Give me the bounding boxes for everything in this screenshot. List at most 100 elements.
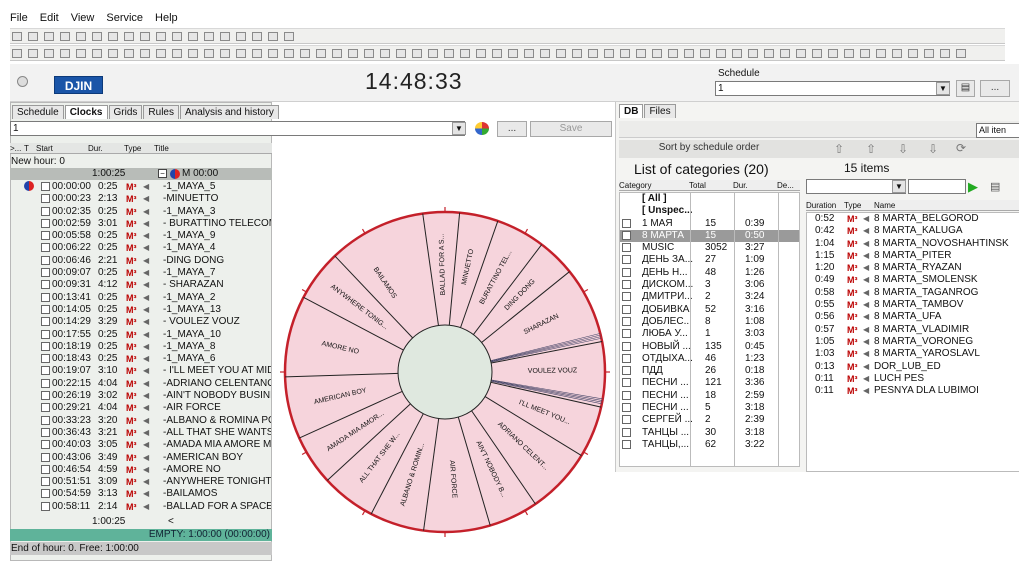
item-row[interactable]: 1:05 M³ ◀ 8 MARTA_VORONEG [807, 336, 1019, 348]
item-row[interactable]: 1:03 M³ ◀ 8 MARTA_YAROSLAVL [807, 348, 1019, 360]
group-row[interactable]: 1:00:25 − M 00:00 [10, 168, 272, 180]
toolbar-button-icon[interactable] [460, 49, 470, 58]
category-row[interactable]: ПЕСНИ ... 121 3:36 [620, 377, 799, 389]
toolbar-button-icon[interactable] [684, 49, 694, 58]
toolbar-button-icon[interactable] [444, 49, 454, 58]
schedule-select[interactable]: 1 [715, 81, 950, 96]
toolbar-button-icon[interactable] [300, 49, 310, 58]
toolbar-button-icon[interactable] [492, 49, 502, 58]
category-checkbox[interactable] [622, 329, 631, 339]
toolbar-button-icon[interactable] [668, 49, 678, 58]
tab-files[interactable]: Files [644, 104, 676, 118]
table-row[interactable]: 00:18:19 0:25 M³ ◀ -1_MAYA_8 [10, 341, 272, 353]
category-row[interactable]: ДЕНЬ Н... 48 1:26 [620, 267, 799, 279]
play-icon[interactable]: ▶ [968, 179, 978, 195]
toolbar-button-icon[interactable] [380, 49, 390, 58]
toolbar-button-icon[interactable] [812, 49, 822, 58]
table-row[interactable]: 00:00:23 2:13 M³ ◀ -MINUETTO [10, 193, 272, 205]
toolbar-button-icon[interactable] [236, 49, 246, 58]
category-checkbox[interactable] [622, 255, 631, 265]
item-row[interactable]: 0:11 M³ ◀ PESNYA DLA LUBIMOI [807, 385, 1019, 397]
table-row[interactable]: 00:33:23 3:20 M³ ◀ -ALBANO & ROMINA PO [10, 415, 272, 427]
table-row[interactable]: 00:54:59 3:13 M³ ◀ -BAILAMOS [10, 488, 272, 500]
toolbar-button-icon[interactable] [220, 49, 230, 58]
table-row[interactable]: 00:26:19 3:02 M³ ◀ -AIN'T NOBODY BUSINE [10, 390, 272, 402]
toolbar-button-icon[interactable] [76, 32, 86, 41]
toolbar-button-icon[interactable] [92, 32, 102, 41]
tab-clocks[interactable]: Clocks [64, 105, 108, 119]
toolbar-button-icon[interactable] [172, 49, 182, 58]
row-checkbox[interactable] [41, 477, 50, 487]
category-row[interactable]: ДОБИВКА 52 3:16 [620, 304, 799, 316]
toolbar-button-icon[interactable] [268, 32, 278, 41]
toolbar-button-icon[interactable] [940, 49, 950, 58]
table-row[interactable]: 00:22:15 4:04 M³ ◀ -ADRIANO CELENTANO [10, 378, 272, 390]
toolbar-button-icon[interactable] [508, 49, 518, 58]
item-row[interactable]: 1:20 M³ ◀ 8 MARTA_RYAZAN [807, 262, 1019, 274]
toolbar-button-icon[interactable] [28, 49, 38, 58]
toolbar-button-icon[interactable] [44, 32, 54, 41]
row-checkbox[interactable] [41, 391, 50, 401]
row-checkbox[interactable] [41, 440, 50, 450]
row-checkbox[interactable] [41, 206, 50, 216]
row-checkbox[interactable] [41, 243, 50, 253]
toolbar-button-icon[interactable] [140, 49, 150, 58]
row-checkbox[interactable] [41, 218, 50, 228]
category-row[interactable]: ПЕСНИ ... 5 3:18 [620, 402, 799, 414]
toolbar-button-icon[interactable] [428, 49, 438, 58]
refresh-icon[interactable]: ⟳ [956, 141, 966, 155]
menu-view[interactable]: View [71, 12, 95, 24]
list-icon[interactable]: ▤ [990, 180, 1000, 193]
category-row[interactable]: 8 МАРТА 15 0:50 [620, 229, 799, 243]
category-checkbox[interactable] [622, 390, 631, 400]
toolbar-button-icon[interactable] [316, 49, 326, 58]
toolbar-button-icon[interactable] [156, 49, 166, 58]
toolbar-button-icon[interactable] [108, 49, 118, 58]
toolbar-button-icon[interactable] [588, 49, 598, 58]
toolbar-button-icon[interactable] [252, 32, 262, 41]
toolbar-button-icon[interactable] [396, 49, 406, 58]
category-checkbox[interactable] [622, 218, 631, 228]
table-row[interactable]: 00:46:54 4:59 M³ ◀ -AMORE NO [10, 464, 272, 476]
toolbar-button-icon[interactable] [252, 49, 262, 58]
clock-dropdown-button[interactable]: ▼ [452, 122, 466, 135]
toolbar-button-icon[interactable] [60, 49, 70, 58]
item-row[interactable]: 1:15 M³ ◀ 8 MARTA_PITER [807, 250, 1019, 262]
toolbar-button-icon[interactable] [620, 49, 630, 58]
table-row[interactable]: 00:02:59 3:01 M³ ◀ - BURATTINO TELECOM [10, 218, 272, 230]
toolbar-button-icon[interactable] [556, 49, 566, 58]
category-checkbox[interactable] [622, 292, 631, 302]
toolbar-button-icon[interactable] [124, 49, 134, 58]
category-row[interactable]: ПДД 26 0:18 [620, 365, 799, 377]
schedule-dropdown-button[interactable]: ▼ [936, 82, 950, 95]
category-checkbox[interactable] [622, 230, 631, 240]
toolbar-button-icon[interactable] [956, 49, 966, 58]
tab-rules[interactable]: Rules [143, 105, 179, 119]
tab-db[interactable]: DB [619, 104, 644, 118]
toolbar-button-icon[interactable] [28, 32, 38, 41]
item-row[interactable]: 0:56 M³ ◀ 8 MARTA_UFA [807, 311, 1019, 323]
row-checkbox[interactable] [41, 452, 50, 462]
category-row[interactable]: ДОБЛЕС... 8 1:08 [620, 316, 799, 328]
category-row[interactable]: ДЕНЬ ЗА... 27 1:09 [620, 254, 799, 266]
row-checkbox[interactable] [41, 341, 50, 351]
category-checkbox[interactable] [622, 304, 631, 314]
toolbar-button-icon[interactable] [332, 49, 342, 58]
tab-schedule[interactable]: Schedule [12, 105, 64, 119]
row-checkbox[interactable] [41, 427, 50, 437]
toolbar-button-icon[interactable] [172, 32, 182, 41]
toolbar-button-icon[interactable] [76, 49, 86, 58]
row-checkbox[interactable] [41, 317, 50, 327]
toolbar-button-icon[interactable] [636, 49, 646, 58]
schedule-edit-button[interactable]: ▤ [956, 80, 975, 97]
toolbar-button-icon[interactable] [908, 49, 918, 58]
category-checkbox[interactable] [622, 427, 631, 437]
category-checkbox[interactable] [622, 415, 631, 425]
category-row[interactable]: [ All ] [620, 193, 799, 205]
category-checkbox[interactable] [622, 439, 631, 449]
tab-analysis-and-history[interactable]: Analysis and history [179, 105, 279, 119]
category-row[interactable]: НОВЫЙ ... 135 0:45 [620, 341, 799, 353]
table-row[interactable]: 00:09:31 4:12 M³ ◀ - SHARAZAN [10, 279, 272, 291]
toolbar-button-icon[interactable] [700, 49, 710, 58]
toolbar-button-icon[interactable] [108, 32, 118, 41]
